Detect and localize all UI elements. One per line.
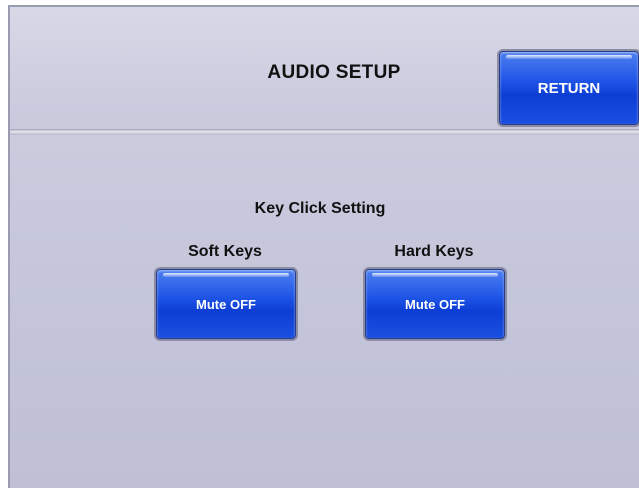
hard-keys-label: Hard Keys: [394, 243, 474, 260]
key-click-setting-heading: Key Click Setting: [254, 200, 386, 217]
return-button[interactable]: RETURN: [499, 51, 639, 125]
page-title: AUDIO SETUP: [267, 62, 401, 83]
soft-keys-mute-button[interactable]: Mute OFF: [156, 269, 296, 339]
soft-keys-label: Soft Keys: [188, 243, 262, 260]
header-divider: [10, 129, 639, 135]
hard-keys-mute-button[interactable]: Mute OFF: [365, 269, 505, 339]
screen: AUDIO SETUP RETURN Key Click Setting Sof…: [0, 0, 639, 489]
audio-setup-panel: AUDIO SETUP RETURN Key Click Setting Sof…: [8, 5, 639, 488]
